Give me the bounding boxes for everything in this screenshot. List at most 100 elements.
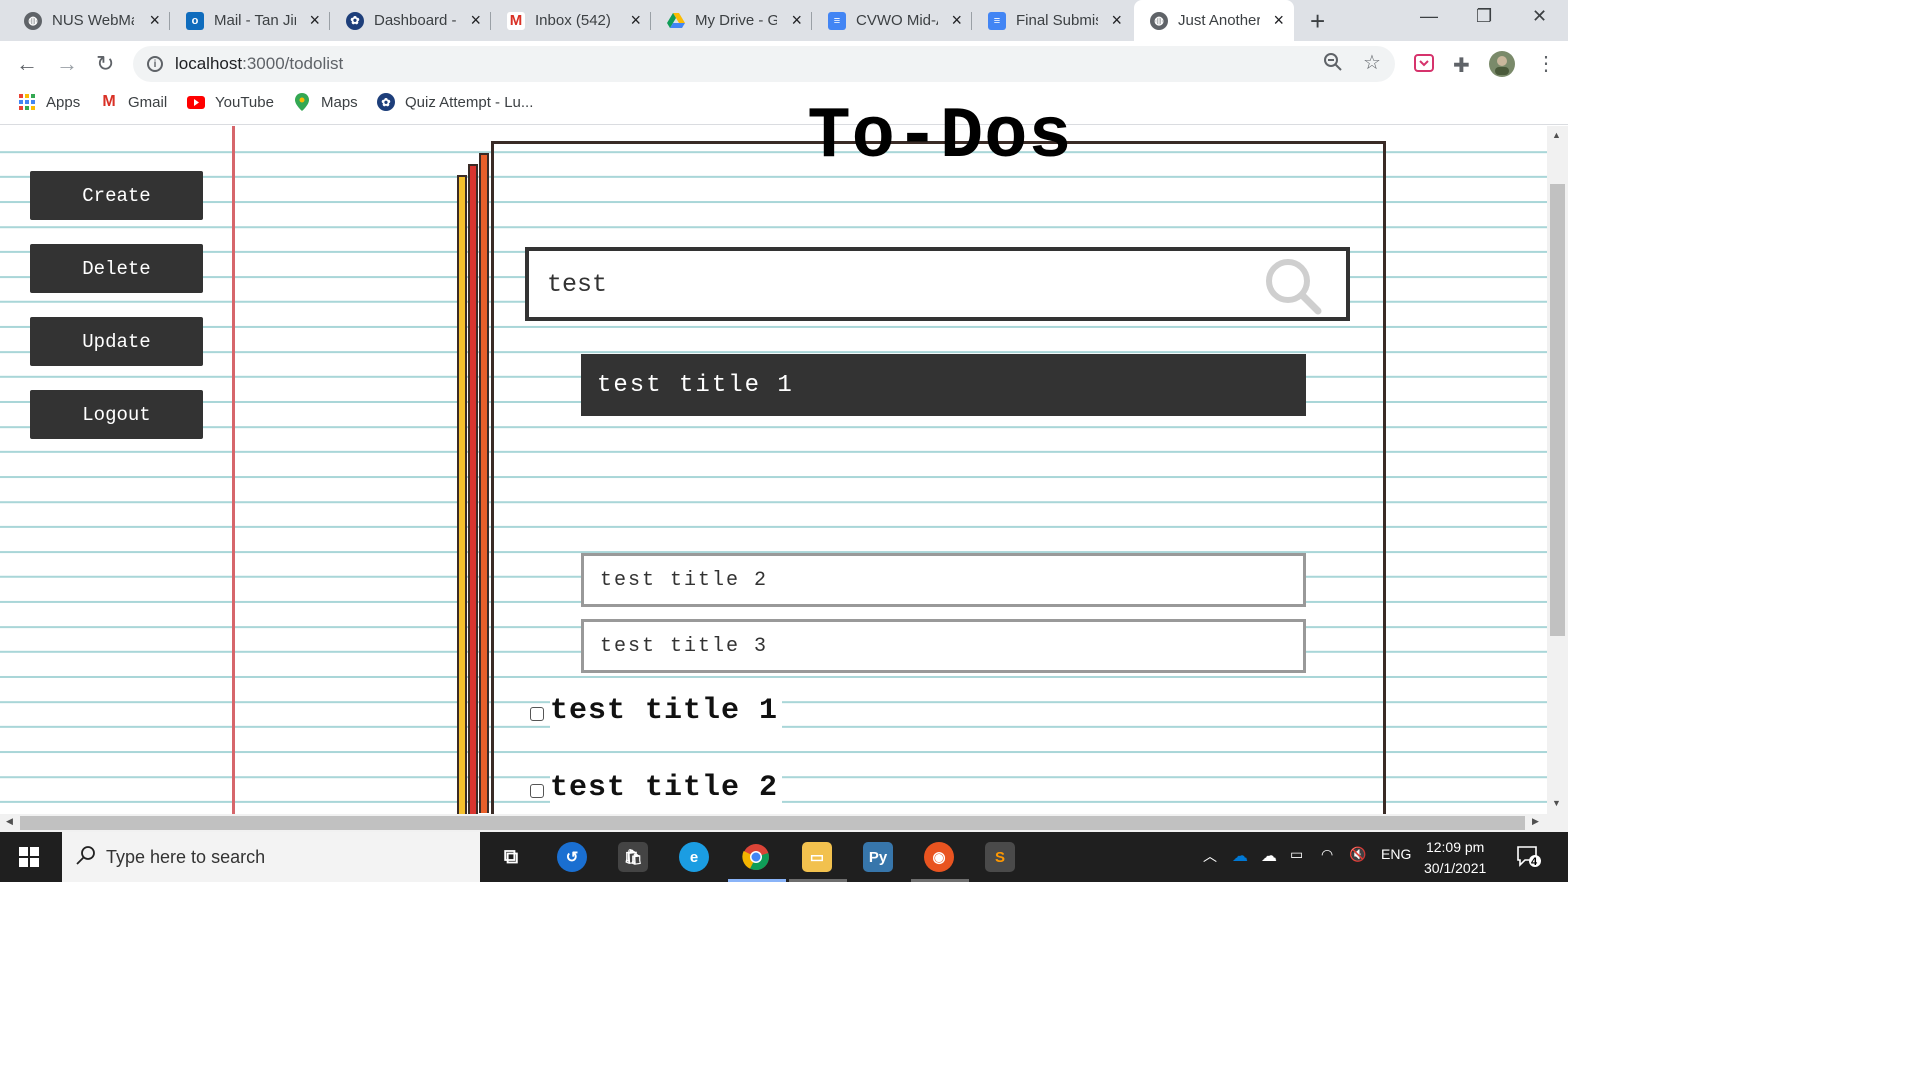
- browser-tab[interactable]: M Inbox (542) ×: [491, 0, 651, 41]
- task-view-icon[interactable]: ⧉: [496, 842, 526, 872]
- close-tab-icon[interactable]: ×: [951, 10, 962, 31]
- edge-icon[interactable]: e: [679, 842, 709, 872]
- notification-count-badge: 4: [1531, 856, 1538, 868]
- tab-title: My Drive - G: [695, 12, 777, 29]
- taskbar-search-placeholder: Type here to search: [106, 846, 266, 867]
- search-icon[interactable]: [1262, 255, 1324, 322]
- close-window-icon[interactable]: ✕: [1532, 6, 1547, 27]
- browser-menu-icon[interactable]: ⋮: [1536, 51, 1556, 76]
- todo-checkbox[interactable]: [530, 707, 544, 721]
- docs-icon: ≡: [828, 11, 846, 30]
- search-input[interactable]: [547, 269, 1227, 299]
- bookmark-youtube[interactable]: YouTube: [187, 93, 274, 111]
- active-app-indicator: [789, 879, 847, 882]
- tab-title: CVWO Mid-A: [856, 12, 938, 29]
- logout-button[interactable]: Logout: [30, 390, 203, 439]
- close-tab-icon[interactable]: ×: [1273, 10, 1284, 31]
- horizontal-scrollbar[interactable]: ◀ ▶: [0, 814, 1568, 832]
- active-app-indicator: [911, 879, 969, 882]
- bookmark-apps[interactable]: Apps: [18, 93, 80, 111]
- zoom-icon[interactable]: [1323, 52, 1343, 78]
- browser-toolbar: ← → ↻ i localhost:3000/todolist ☆ ✚ ⋮: [0, 41, 1568, 87]
- close-tab-icon[interactable]: ×: [149, 10, 160, 31]
- gmail-icon: M: [507, 11, 525, 30]
- scroll-up-icon[interactable]: ▲: [1552, 130, 1561, 140]
- browser-tab[interactable]: My Drive - G ×: [651, 0, 812, 41]
- app-icon[interactable]: ↺: [557, 842, 587, 872]
- onedrive-icon[interactable]: ☁: [1232, 846, 1248, 866]
- notepad-margin-line: [232, 126, 235, 814]
- ubuntu-icon[interactable]: ◉: [924, 842, 954, 872]
- close-tab-icon[interactable]: ×: [470, 10, 481, 31]
- update-button[interactable]: Update: [30, 317, 203, 366]
- browser-tab[interactable]: ≡ CVWO Mid-A ×: [812, 0, 972, 41]
- search-result[interactable]: test title 3: [581, 619, 1306, 673]
- clock-time: 12:09 pm: [1425, 839, 1485, 855]
- language-indicator[interactable]: ENG: [1381, 846, 1411, 862]
- delete-button[interactable]: Delete: [30, 244, 203, 293]
- browser-tab-active[interactable]: ◍ Just Another ×: [1134, 0, 1294, 41]
- browser-tab[interactable]: ◍ NUS WebMail ×: [0, 0, 170, 41]
- address-bar[interactable]: i localhost:3000/todolist ☆: [133, 46, 1395, 82]
- browser-tab[interactable]: o Mail - Tan Jin ×: [170, 0, 330, 41]
- python-icon[interactable]: Py: [863, 842, 893, 872]
- bookmark-label: Maps: [321, 93, 358, 111]
- notification-center-icon[interactable]: [1517, 846, 1541, 873]
- todo-checkbox[interactable]: [530, 784, 544, 798]
- scrollbar-thumb[interactable]: [20, 816, 1525, 830]
- scrollbar-thumb[interactable]: [1550, 184, 1565, 636]
- bookmark-star-icon[interactable]: ☆: [1363, 50, 1381, 75]
- close-tab-icon[interactable]: ×: [309, 10, 320, 31]
- globe-icon: ◍: [1150, 11, 1168, 30]
- restore-icon[interactable]: ❐: [1476, 6, 1492, 27]
- tab-title: Inbox (542): [535, 12, 611, 29]
- scroll-left-icon[interactable]: ◀: [6, 816, 13, 827]
- reload-icon[interactable]: ↻: [96, 51, 114, 77]
- close-tab-icon[interactable]: ×: [630, 10, 641, 31]
- gmail-icon: M: [102, 93, 116, 110]
- url-path: :3000/todolist: [242, 54, 344, 73]
- battery-icon[interactable]: ▭: [1290, 846, 1303, 863]
- create-button[interactable]: Create: [30, 171, 203, 220]
- extensions-puzzle-icon[interactable]: ✚: [1453, 53, 1470, 78]
- vertical-scrollbar[interactable]: ▲ ▼: [1547, 126, 1568, 814]
- bookmark-gmail[interactable]: M Gmail: [100, 93, 167, 111]
- browser-tab[interactable]: ≡ Final Submis ×: [972, 0, 1132, 41]
- taskbar-clock[interactable]: 12:09 pm 30/1/2021: [1424, 837, 1486, 879]
- active-app-indicator: [728, 879, 786, 882]
- dashboard-icon: ✿: [346, 11, 364, 30]
- close-tab-icon[interactable]: ×: [791, 10, 802, 31]
- profile-avatar[interactable]: [1489, 51, 1515, 82]
- forward-arrow-icon[interactable]: →: [56, 51, 78, 77]
- maps-pin-icon: [293, 93, 311, 111]
- windows-start-icon[interactable]: [19, 847, 39, 872]
- chrome-icon[interactable]: [741, 842, 771, 872]
- onedrive-personal-icon[interactable]: ☁: [1261, 846, 1277, 866]
- bookmark-quiz-attempt[interactable]: ✿ Quiz Attempt - Lu...: [377, 93, 533, 111]
- new-tab-icon[interactable]: +: [1310, 6, 1325, 37]
- volume-muted-icon[interactable]: 🔇: [1349, 846, 1366, 863]
- extension-pocket-icon[interactable]: [1414, 53, 1434, 78]
- bookmark-maps[interactable]: Maps: [293, 93, 358, 111]
- search-result[interactable]: test title 2: [581, 553, 1306, 607]
- search-result-selected[interactable]: test title 1: [581, 354, 1306, 416]
- microsoft-store-icon[interactable]: 🛍: [618, 842, 648, 872]
- taskbar-search-box[interactable]: Type here to search: [62, 832, 480, 882]
- bookmark-label: Gmail: [128, 93, 168, 111]
- show-hidden-icons-icon[interactable]: ︿: [1203, 846, 1217, 866]
- bookmark-label: YouTube: [215, 93, 274, 111]
- site-info-icon[interactable]: i: [147, 56, 163, 72]
- url-text: localhost:3000/todolist: [175, 54, 343, 74]
- sublime-text-icon[interactable]: S: [985, 842, 1015, 872]
- back-arrow-icon[interactable]: ←: [16, 51, 38, 77]
- clock-date: 30/1/2021: [1424, 860, 1487, 876]
- wifi-icon[interactable]: ◠: [1321, 846, 1333, 863]
- globe-icon: ◍: [24, 11, 42, 30]
- scroll-down-icon[interactable]: ▼: [1552, 798, 1561, 808]
- browser-tab-bar: ◍ NUS WebMail × o Mail - Tan Jin × ✿ Das…: [0, 0, 1568, 41]
- close-tab-icon[interactable]: ×: [1111, 10, 1122, 31]
- browser-tab[interactable]: ✿ Dashboard - ×: [330, 0, 491, 41]
- file-explorer-icon[interactable]: ▭: [802, 842, 832, 872]
- minimize-icon[interactable]: —: [1420, 6, 1438, 27]
- scroll-right-icon[interactable]: ▶: [1532, 816, 1539, 827]
